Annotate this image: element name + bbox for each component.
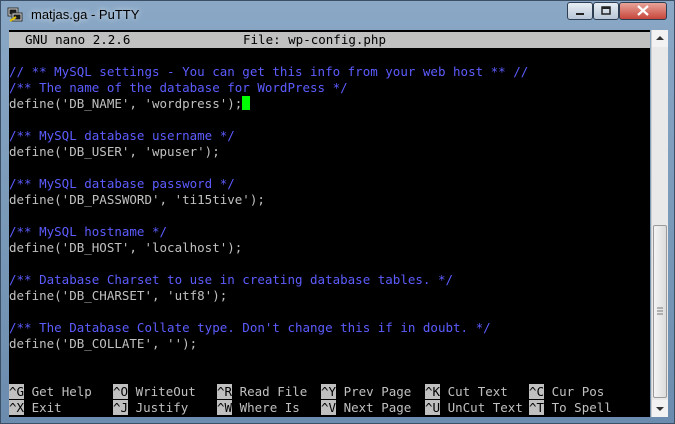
arrow-down-icon [656, 407, 664, 411]
comment-line: /** MySQL database username */ [9, 128, 235, 143]
close-button[interactable] [619, 2, 667, 20]
shortcut-item: ^X Exit [9, 400, 62, 416]
shortcut-key: ^X [9, 400, 25, 415]
text-cursor [242, 96, 251, 110]
arrow-up-icon [656, 36, 664, 40]
nano-header-bar: GNU nano 2.2.6 File: wp-config.php [9, 32, 650, 48]
shortcut-label: To Spell [551, 400, 612, 415]
close-icon [637, 5, 649, 16]
shortcut-label: WriteOut [135, 384, 196, 399]
shortcut-item: ^G Get Help [9, 384, 92, 400]
shortcut-item: ^J Justify [113, 400, 188, 416]
comment-line: /** MySQL hostname */ [9, 224, 168, 239]
putty-window: matjas.ga - PuTTY GNU nano 2.2.6 File: wp… [0, 0, 675, 424]
shortcut-key: ^R [217, 384, 233, 399]
shortcut-label: Prev Page [343, 384, 412, 399]
shortcut-item: ^O WriteOut [113, 384, 196, 400]
putty-icon [7, 7, 23, 22]
code-line: define('DB_COLLATE', ''); [9, 336, 198, 351]
minimize-button[interactable] [567, 2, 593, 20]
comment-line: /** The Database Collate type. Don't cha… [9, 320, 491, 335]
shortcut-label: Cut Text [447, 384, 508, 399]
scroll-up-button[interactable] [652, 30, 668, 47]
code-line: define('DB_HOST', 'localhost'); [9, 240, 243, 255]
vertical-scrollbar[interactable] [651, 30, 668, 417]
comment-line: /** MySQL database password */ [9, 176, 235, 191]
shortcut-key: ^Y [321, 384, 337, 399]
shortcut-label: Read File [239, 384, 308, 399]
shortcut-item: ^T To Spell [529, 400, 612, 416]
shortcut-label: UnCut Text [447, 400, 523, 415]
scrollbar-thumb[interactable] [653, 225, 667, 398]
shortcut-label: Cur Pos [551, 384, 605, 399]
terminal-area[interactable]: GNU nano 2.2.6 File: wp-config.php // ** … [9, 30, 650, 417]
shortcut-item: ^K Cut Text [425, 384, 508, 400]
comment-line: /** The name of the database for WordPre… [9, 80, 348, 95]
minimize-icon [576, 13, 584, 15]
shortcut-label: Where Is [239, 400, 300, 415]
shortcut-key: ^K [425, 384, 441, 399]
maximize-button[interactable] [593, 2, 619, 20]
maximize-icon [601, 6, 611, 15]
shortcut-key: ^J [113, 400, 129, 415]
code-line: define('DB_CHARSET', 'utf8'); [9, 288, 228, 303]
shortcut-item: ^V Next Page [321, 400, 411, 416]
grip-icon [657, 307, 663, 315]
shortcut-item: ^W Where Is [217, 400, 300, 416]
shortcut-label: Exit [31, 400, 62, 415]
shortcut-key: ^T [529, 400, 545, 415]
code-line: define('DB_PASSWORD', 'ti15tive'); [9, 192, 265, 207]
shortcut-key: ^U [425, 400, 441, 415]
shortcut-key: ^C [529, 384, 545, 399]
shortcut-key: ^W [217, 400, 233, 415]
comment-line: /** Database Charset to use in creating … [9, 272, 454, 287]
scroll-down-button[interactable] [652, 400, 668, 417]
shortcut-item: ^U UnCut Text [425, 400, 523, 416]
nano-file-label: File: wp-config.php [243, 32, 386, 47]
shortcut-key: ^O [113, 384, 129, 399]
comment-line: // ** MySQL settings - You can get this … [9, 64, 529, 79]
code-line: define('DB_USER', 'wpuser'); [9, 144, 220, 159]
code-line: define('DB_NAME', 'wordpress'); [9, 96, 251, 112]
shortcut-key: ^G [9, 384, 25, 399]
nano-version: GNU nano 2.2.6 [25, 32, 131, 47]
shortcut-item: ^Y Prev Page [321, 384, 411, 400]
shortcut-label: Justify [135, 400, 189, 415]
shortcut-item: ^R Read File [217, 384, 307, 400]
shortcut-label: Next Page [343, 400, 412, 415]
title-bar[interactable]: matjas.ga - PuTTY [1, 1, 674, 29]
shortcut-key: ^V [321, 400, 337, 415]
window-title: matjas.ga - PuTTY [31, 7, 140, 22]
shortcut-item: ^C Cur Pos [529, 384, 604, 400]
shortcut-label: Get Help [31, 384, 92, 399]
